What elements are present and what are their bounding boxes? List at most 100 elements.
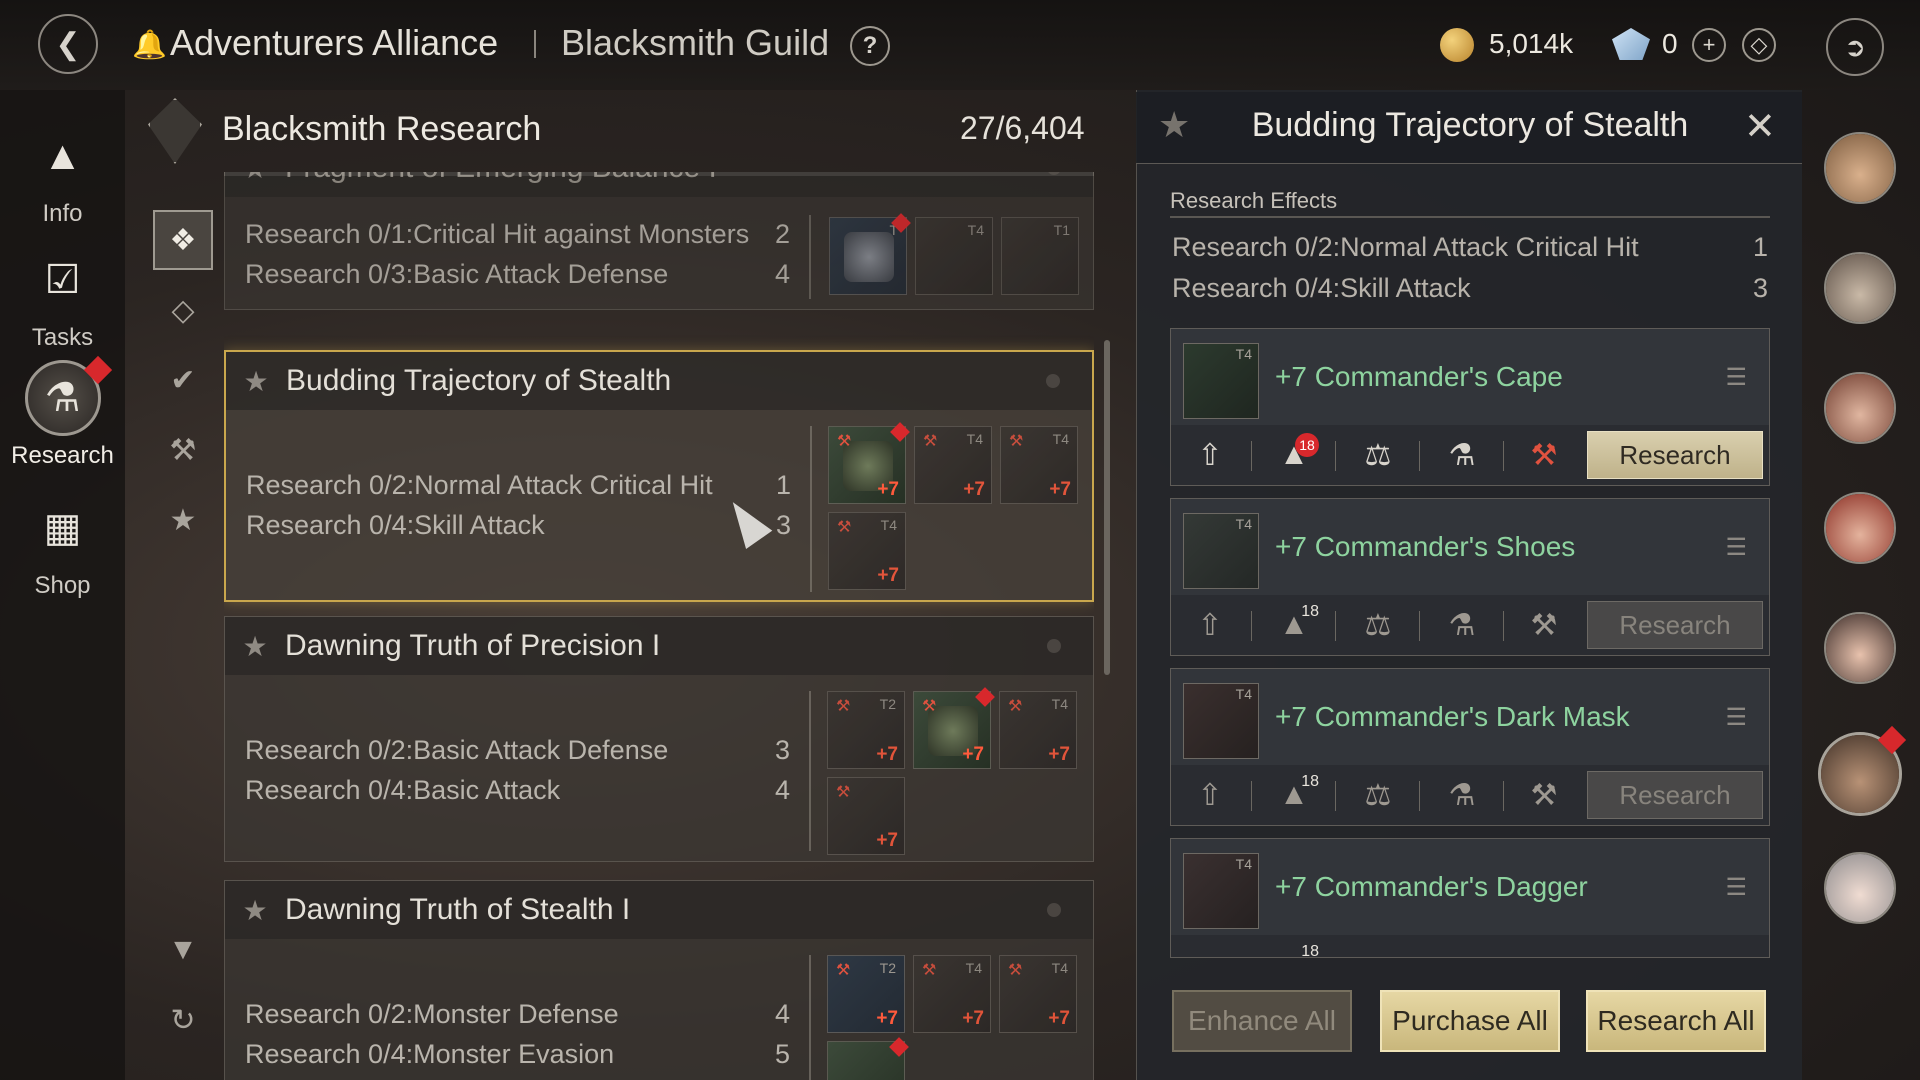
upgrade-arrow-icon[interactable]: ⇧ [1183,775,1237,815]
item-slot-cape[interactable]: ⚒ +7 [828,422,910,504]
anvil-icon[interactable]: ⚒ [1517,605,1571,645]
item-card-cape[interactable]: T4 +7 Commander's Cape ☰ ⇧ ▲ 18 ⚖ ⚗ ⚒ Res… [1170,328,1770,486]
item-slot[interactable]: ⚒ T4 +7 [999,955,1077,1033]
anvil-icon[interactable]: ⚒ [1517,435,1571,475]
research-button[interactable]: Research [1587,601,1763,649]
potion-icon[interactable]: ⚗ [1435,605,1489,645]
purchase-all-button[interactable]: Purchase All [1380,990,1560,1052]
hammer-icon: ⚒ [922,962,937,979]
research-all-button[interactable]: Research All [1586,990,1766,1052]
filter-favorites-button[interactable]: ★ [153,490,213,550]
level-requirement-icon[interactable]: ▲ 18 [1267,773,1321,815]
item-options-icon[interactable]: ☰ [1725,533,1747,562]
balance-scale-icon[interactable]: ⚖ [1351,775,1405,815]
enhance-level: +7 [877,565,899,586]
breadcrumb-separator [534,30,536,58]
tier-label: T2 [879,696,896,712]
favorite-star-icon[interactable]: ★ [226,365,286,398]
enhance-all-button[interactable]: Enhance All [1172,990,1352,1052]
nav-item-tasks[interactable]: ☑ Tasks [0,242,125,352]
item-slot-cape[interactable] [827,1037,909,1080]
breadcrumb-adventurers-alliance[interactable]: Adventurers Alliance [170,22,498,64]
party-member-avatar[interactable] [1824,492,1896,564]
item-slot[interactable]: ⚒ T4 +7 [913,955,991,1033]
research-card-selected[interactable]: ★ Budding Trajectory of Stealth Research… [224,350,1094,602]
research-card-title: Budding Trajectory of Stealth [286,364,672,397]
item-card-dark-mask[interactable]: T4 +7 Commander's Dark Mask ☰ ⇧ ▲ 18 ⚖ ⚗ … [1170,668,1770,826]
item-slot-mask[interactable]: ⚒ T4 +7 [1000,426,1078,504]
potion-icon[interactable]: ⚗ [1435,435,1489,475]
item-slot[interactable]: ⚒ T4 +7 [999,691,1077,769]
level-badge: 18 [1295,433,1319,457]
filter-anvil-button[interactable]: ⚒ [153,420,213,480]
filter-all-button[interactable]: ❖ [153,210,213,270]
item-options-icon[interactable]: ☰ [1725,873,1747,902]
research-card[interactable]: ★ Dawning Truth of Stealth I Research 0/… [224,880,1094,1080]
add-currency-button[interactable]: + [1692,28,1726,62]
hammer-icon: ⚒ [836,784,851,801]
favorite-star-icon[interactable]: ★ [225,630,285,663]
research-card[interactable]: ★ Dawning Truth of Precision I Research … [224,616,1094,862]
bell-icon[interactable]: 🔔 [132,28,167,61]
party-member-avatar[interactable] [1824,612,1896,684]
upgrade-arrow-icon[interactable]: ⇧ [1183,435,1237,475]
party-member-avatar[interactable] [1824,252,1896,324]
item-card-dagger[interactable]: T4 +7 Commander's Dagger ☰ 18 [1170,838,1770,958]
back-button[interactable]: ❮ [38,14,98,74]
effect-text: Research 0/2:Basic Attack Defense [245,735,669,765]
research-button[interactable]: Research [1587,771,1763,819]
filter-funnel-button[interactable]: ▼ [153,920,213,980]
nav-item-shop[interactable]: ▦ Shop [0,490,125,600]
balance-scale-icon[interactable]: ⚖ [1351,605,1405,645]
item-slot[interactable]: ⚒ +7 [827,777,905,855]
research-card[interactable]: ★ Fragment of Emerging Balance I Researc… [224,172,1094,310]
nav-item-research[interactable]: ⚗ Research [0,360,125,470]
balance-scale-icon[interactable]: ⚖ [1351,435,1405,475]
currency-dropdown-button[interactable]: ◇ [1742,28,1776,62]
item-slot-dagger[interactable]: ⚒ T4 +7 [828,512,906,590]
hammer-icon: ⚒ [1009,433,1024,450]
party-member-avatar[interactable] [1824,132,1896,204]
item-options-icon[interactable]: ☰ [1725,363,1747,392]
level-requirement-icon[interactable]: ▲ 18 [1267,433,1321,475]
list-scrollbar[interactable] [1104,340,1110,675]
item-slot[interactable]: ⚒ T2 +7 [827,955,905,1033]
enhance-level: +7 [962,1008,984,1029]
upgrade-arrow-icon[interactable]: ⇧ [1183,605,1237,645]
item-slot-belt[interactable]: T [829,213,911,295]
filter-unresearched-button[interactable]: ◇ [153,280,213,340]
nav-item-info[interactable]: ▲ Info [0,118,125,228]
help-button[interactable]: ? [850,26,890,66]
item-slot[interactable]: T4 [915,217,993,295]
close-button[interactable]: ✕ [1744,104,1776,149]
effect-value: 4 [774,775,790,805]
research-button[interactable]: Research [1587,431,1763,479]
exit-button[interactable]: ➲ [1826,18,1884,76]
detail-title: Budding Trajectory of Stealth [1251,106,1689,144]
tier-label: T4 [966,431,983,447]
effect-text: Research 0/2:Normal Attack Critical Hit [246,470,713,500]
party-member-avatar[interactable] [1824,372,1896,444]
item-options-icon[interactable]: ☰ [1725,703,1747,732]
filter-completed-button[interactable]: ✔ [153,350,213,410]
refresh-button[interactable]: ↻ [153,990,213,1050]
potion-icon[interactable]: ⚗ [1435,775,1489,815]
enhance-level: +7 [1048,744,1070,765]
character-portrait [1826,614,1894,682]
level-requirement-icon[interactable]: 18 [1267,943,1321,957]
item-name: +7 Commander's Cape [1275,361,1563,392]
info-icon: ▲ [42,133,83,178]
item-slot-cape[interactable]: ⚒ +7 [913,687,995,769]
anvil-icon[interactable]: ⚒ [1517,775,1571,815]
level-requirement-icon[interactable]: ▲ 18 [1267,603,1321,645]
favorite-star-icon[interactable]: ★ [225,894,285,927]
item-slot[interactable]: ⚒ T2 +7 [827,691,905,769]
item-card-shoes[interactable]: T4 +7 Commander's Shoes ☰ ⇧ ▲ 18 ⚖ ⚗ ⚒ Re… [1170,498,1770,656]
party-member-avatar[interactable] [1824,852,1896,924]
effect-value: 3 [774,735,790,765]
gold-amount: 5,014k [1489,28,1574,59]
exit-door-icon: ➲ [1844,31,1866,62]
item-slot-shoes[interactable]: ⚒ T4 +7 [914,426,992,504]
item-slot[interactable]: T1 [1001,217,1079,295]
favorite-star-icon[interactable]: ★ [225,172,285,185]
